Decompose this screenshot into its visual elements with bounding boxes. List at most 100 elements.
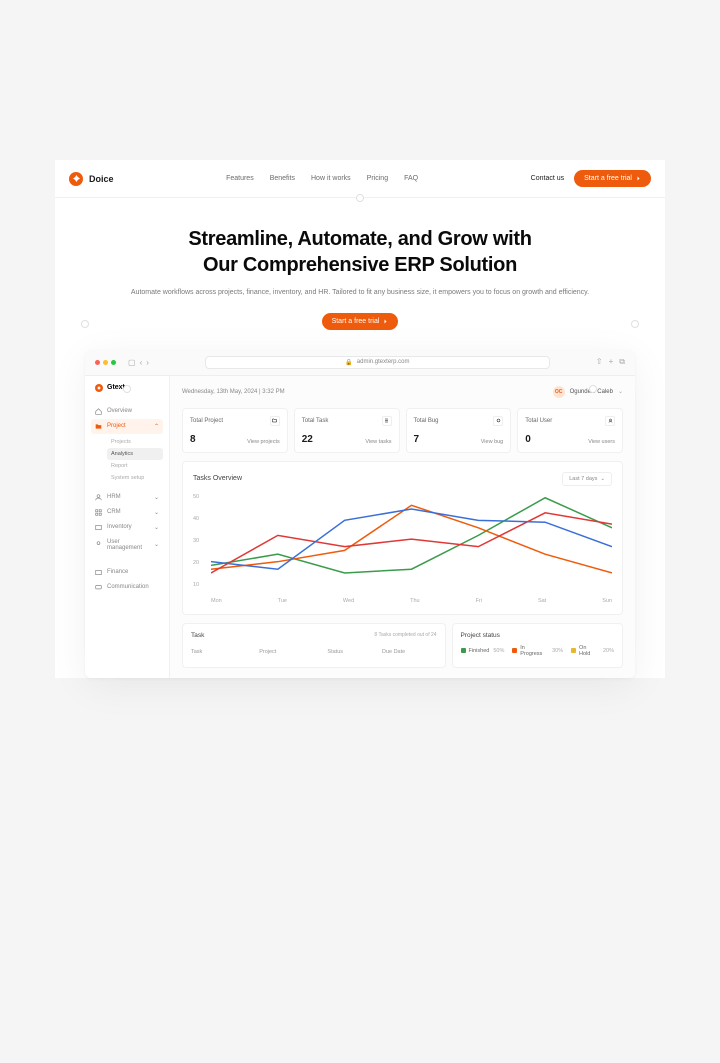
- stats-row: Total Project 8 View projects Total Task: [182, 408, 623, 453]
- task-table-header: Task Project Status Due Date: [191, 645, 437, 659]
- legend-item: In Progress30%: [512, 645, 563, 657]
- hero-cta-button[interactable]: Start a free trial: [322, 313, 399, 330]
- nav-faq[interactable]: FAQ: [404, 175, 418, 182]
- list-icon: [382, 416, 392, 426]
- stat-link[interactable]: View users: [588, 439, 615, 445]
- lock-icon: 🔒: [345, 359, 352, 366]
- task-card-subtitle: 8 Tasks completed out of 24: [374, 632, 436, 638]
- chevron-down-icon: ⌄: [618, 388, 623, 395]
- stat-value: 8: [190, 434, 196, 445]
- header-cta-label: Start a free trial: [584, 175, 632, 182]
- sidebar-item-hrm[interactable]: HRM ⌄: [91, 490, 163, 505]
- hero-section: Streamline, Automate, and Grow with Our …: [55, 198, 665, 350]
- sidebar-project-submenu: Projects Analytics Report System setup: [91, 436, 163, 484]
- task-card-title: Task: [191, 632, 204, 639]
- maximize-dot[interactable]: [111, 360, 116, 365]
- stat-title: Total Bug: [414, 418, 439, 424]
- nav-how-it-works[interactable]: How it works: [311, 175, 351, 182]
- sidebar-item-inventory[interactable]: Inventory ⌄: [91, 520, 163, 535]
- user-icon: [95, 541, 102, 548]
- sidebar-item-overview[interactable]: Overview: [91, 404, 163, 419]
- main-nav: Features Benefits How it works Pricing F…: [226, 175, 418, 182]
- stat-title: Total Task: [302, 418, 329, 424]
- sidebar-sub-report[interactable]: Report: [107, 460, 163, 472]
- chevron-up-icon: ⌃: [154, 423, 159, 430]
- tabs-icon[interactable]: ⧉: [619, 357, 625, 367]
- url-bar[interactable]: 🔒 admin.gtexterp.com: [205, 356, 550, 369]
- user-icon: [605, 416, 615, 426]
- forward-icon[interactable]: ›: [146, 358, 149, 367]
- app-logo-icon: [95, 384, 103, 392]
- chat-icon: [95, 584, 102, 591]
- stat-card-project: Total Project 8 View projects: [182, 408, 288, 453]
- minimize-dot[interactable]: [103, 360, 108, 365]
- sidebar-item-user-mgmt[interactable]: User management ⌄: [91, 535, 163, 555]
- nav-benefits[interactable]: Benefits: [270, 175, 295, 182]
- nav-features[interactable]: Features: [226, 175, 254, 182]
- sidebar-sub-projects[interactable]: Projects: [107, 436, 163, 448]
- nav-pricing[interactable]: Pricing: [367, 175, 388, 182]
- dashboard-mock: ▢ ‹ › 🔒 admin.gtexterp.com ⇧ + ⧉: [85, 350, 635, 678]
- project-status-title: Project status: [461, 632, 500, 639]
- folder-icon: [95, 423, 102, 430]
- url-text: admin.gtexterp.com: [357, 359, 410, 365]
- back-icon[interactable]: ‹: [140, 358, 143, 367]
- traffic-lights: [95, 360, 116, 365]
- stat-value: 0: [525, 434, 531, 445]
- chevron-down-icon: ⌄: [154, 509, 159, 516]
- stat-title: Total Project: [190, 418, 223, 424]
- stat-link[interactable]: View projects: [247, 439, 280, 445]
- box-icon: [95, 524, 102, 531]
- folder-icon: [270, 416, 280, 426]
- chart-y-axis: 5040302010: [193, 494, 199, 588]
- browser-nav: ▢ ‹ ›: [128, 358, 149, 367]
- current-date: Wednesday, 13th May, 2024 | 3:32 PM: [182, 389, 285, 395]
- sidebar-item-finance[interactable]: Finance: [91, 565, 163, 580]
- grid-icon: [95, 509, 102, 516]
- close-dot[interactable]: [95, 360, 100, 365]
- wallet-icon: [95, 569, 102, 576]
- user-menu[interactable]: OC Ogundele Caleb ⌄: [553, 386, 623, 398]
- hero-cta-label: Start a free trial: [332, 318, 380, 325]
- sidebar-item-communication[interactable]: Communication: [91, 580, 163, 595]
- stat-card-bug: Total Bug 7 View bug: [406, 408, 512, 453]
- task-table-card: Task 8 Tasks completed out of 24 Task Pr…: [182, 623, 446, 668]
- sidebar-sub-system[interactable]: System setup: [107, 472, 163, 484]
- chart-filter[interactable]: Last 7 days ⌄: [562, 472, 612, 486]
- avatar: OC: [553, 386, 565, 398]
- logo-icon: [69, 172, 83, 186]
- stat-link[interactable]: View bug: [481, 439, 504, 445]
- chevron-down-icon: ⌄: [154, 524, 159, 531]
- stat-card-user: Total User 0 View users: [517, 408, 623, 453]
- browser-chrome: ▢ ‹ › 🔒 admin.gtexterp.com ⇧ + ⧉: [85, 350, 635, 376]
- header-cta-button[interactable]: Start a free trial: [574, 170, 651, 187]
- chevron-right-icon: [383, 319, 388, 324]
- contact-link[interactable]: Contact us: [531, 175, 564, 182]
- chevron-right-icon: [636, 176, 641, 181]
- stat-title: Total User: [525, 418, 552, 424]
- share-icon[interactable]: ⇧: [596, 357, 603, 367]
- tasks-overview-chart: Tasks Overview Last 7 days ⌄ 5040302010: [182, 461, 623, 615]
- stat-link[interactable]: View tasks: [365, 439, 391, 445]
- sidebar-toggle-icon[interactable]: ▢: [128, 358, 136, 367]
- sidebar-sub-analytics[interactable]: Analytics: [107, 448, 163, 460]
- chevron-down-icon: ⌄: [154, 541, 159, 548]
- app-main: Wednesday, 13th May, 2024 | 3:32 PM OC O…: [170, 376, 635, 678]
- site-header: Doice Features Benefits How it works Pri…: [55, 160, 665, 198]
- hero-title: Streamline, Automate, and Grow with Our …: [95, 226, 625, 278]
- sidebar-item-project[interactable]: Project ⌃: [91, 419, 163, 434]
- legend-item: On Hold20%: [571, 645, 614, 657]
- hero-subtitle: Automate workflows across projects, fina…: [95, 288, 625, 299]
- chart-x-axis: MonTueWedThuFriSatSun: [211, 598, 612, 604]
- sidebar-item-crm[interactable]: CRM ⌄: [91, 505, 163, 520]
- brand-name: Doice: [89, 174, 114, 184]
- legend-dot: [461, 648, 466, 653]
- stat-value: 22: [302, 434, 313, 445]
- home-icon: [95, 408, 102, 415]
- legend-item: Finished50%: [461, 645, 505, 657]
- brand-logo[interactable]: Doice: [69, 172, 114, 186]
- users-icon: [95, 494, 102, 501]
- new-tab-icon[interactable]: +: [609, 357, 614, 367]
- legend-dot: [512, 648, 517, 653]
- stat-card-task: Total Task 22 View tasks: [294, 408, 400, 453]
